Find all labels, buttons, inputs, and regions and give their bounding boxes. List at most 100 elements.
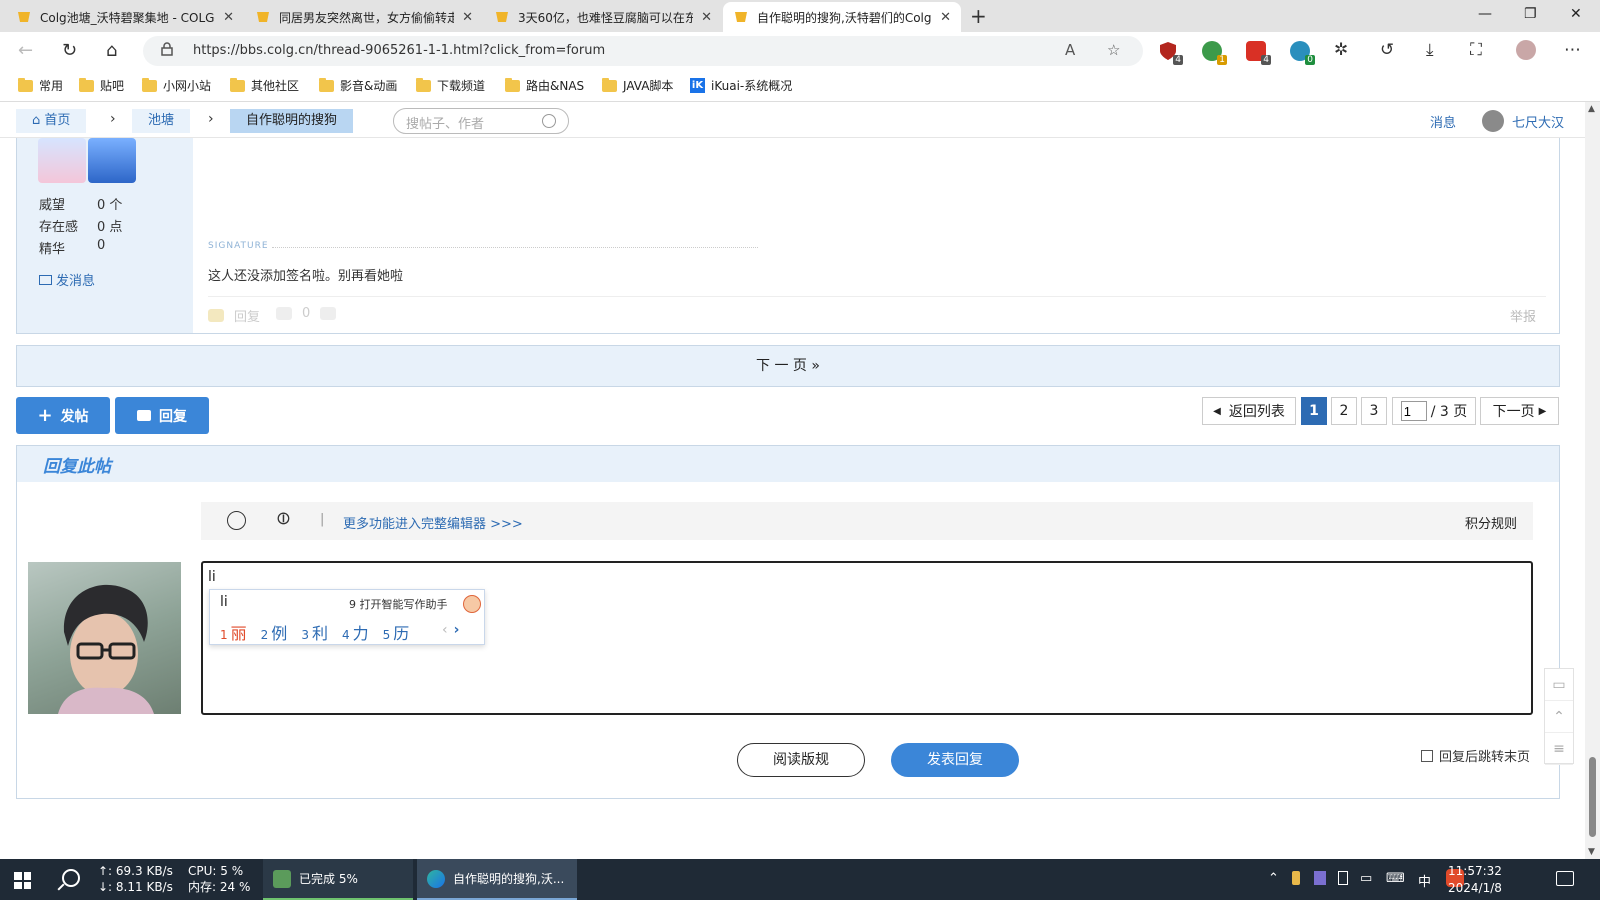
browser-tab-3[interactable]: 3天60亿，也难怪豆腐脑可以在东... ✕ <box>484 2 722 32</box>
bookmark-folder[interactable]: 贴吧 <box>79 77 124 94</box>
jump-last-checkbox[interactable]: 回复后跳转末页 <box>1421 746 1530 765</box>
minimize-icon[interactable]: — <box>1478 6 1492 22</box>
search-icon[interactable] <box>62 869 80 887</box>
close-tab-icon[interactable]: ✕ <box>701 10 712 25</box>
ime-candidate-popup: li 9 打开智能写作助手 1丽 2例 3利 4力 5历 ‹ › <box>209 589 485 645</box>
usb-icon[interactable] <box>1338 871 1348 885</box>
scroll-down-icon[interactable]: ▼ <box>1588 847 1595 857</box>
bookmark-folder[interactable]: JAVA脚本 <box>602 77 673 94</box>
submit-reply-button[interactable]: 发表回复 <box>891 743 1019 777</box>
chevron-up-icon[interactable]: ⌃ <box>1268 871 1279 886</box>
ime-candidate[interactable]: 2例 <box>261 620 288 644</box>
ime-page-arrows[interactable]: ‹ › <box>442 622 459 638</box>
download-icon[interactable]: ⤓ <box>1426 40 1434 60</box>
refresh-icon[interactable]: ↻ <box>62 40 77 61</box>
taskbar-app-download[interactable]: 已完成 5% <box>263 859 413 900</box>
close-window-icon[interactable]: ✕ <box>1570 6 1582 22</box>
browser-tab-1[interactable]: Colg池塘_沃特碧聚集地 - COLG社区 ✕ <box>6 2 244 32</box>
page-scrollbar[interactable]: ▲ ▼ <box>1585 102 1600 859</box>
ime-candidate[interactable]: 1丽 <box>220 620 247 644</box>
ime-candidate[interactable]: 5历 <box>383 620 410 644</box>
read-aloud-icon[interactable]: A <box>1065 41 1075 59</box>
bookmark-folder[interactable]: 其他社区 <box>230 77 299 94</box>
system-clock[interactable]: 11:57:32 2024/1/8 <box>1448 863 1502 897</box>
close-tab-icon[interactable]: ✕ <box>462 10 473 25</box>
tray-app-icon[interactable] <box>1292 871 1300 885</box>
username-link[interactable]: 七尺大汉 <box>1512 112 1564 131</box>
favorite-star-icon[interactable]: ☆ <box>1107 41 1120 59</box>
bookmark-folder[interactable]: 下载频道 <box>416 77 485 94</box>
notification-icon[interactable] <box>1556 871 1574 886</box>
post-reply-action[interactable]: 回复 <box>208 306 260 325</box>
post-like-action[interactable]: 0 <box>276 306 346 321</box>
next-page-bar[interactable]: 下 一 页 » <box>16 345 1560 387</box>
plus-icon: + <box>37 405 53 426</box>
comment-icon[interactable]: ▭ <box>1545 669 1573 701</box>
full-editor-link[interactable]: 更多功能进入完整编辑器 >>> <box>343 513 523 532</box>
history-icon[interactable]: ↺ <box>1380 40 1394 60</box>
extension-cloud-icon[interactable]: 0 <box>1290 41 1315 65</box>
bookmark-folder[interactable]: 路由&NAS <box>505 77 584 94</box>
ime-assistant-hint[interactable]: 9 打开智能写作助手 <box>349 596 448 612</box>
report-link[interactable]: 举报 <box>1510 306 1536 325</box>
browser-tab-2[interactable]: 同居男友突然离世，女方偷偷转走... ✕ <box>245 2 483 32</box>
folder-icon <box>505 77 520 92</box>
network-icon[interactable]: ▭ <box>1360 871 1372 886</box>
extension-green-icon[interactable]: 1 <box>1202 41 1227 65</box>
breadcrumb-pond[interactable]: 池塘 <box>132 109 191 133</box>
browser-tab-4-active[interactable]: 自作聪明的搜狗,沃特碧们的Colg... ✕ <box>723 2 961 32</box>
close-tab-icon[interactable]: ✕ <box>940 10 951 25</box>
scrollbar-thumb[interactable] <box>1589 757 1596 837</box>
bookmark-folder[interactable]: 常用 <box>18 77 63 94</box>
more-menu-icon[interactable]: ⋯ <box>1564 40 1581 60</box>
page-1-button[interactable]: 1 <box>1301 397 1327 425</box>
bookmark-folder[interactable]: 影音&动画 <box>319 77 397 94</box>
ime-candidate[interactable]: 4力 <box>342 620 369 644</box>
avatar[interactable] <box>1482 110 1504 132</box>
bookmarks-bar: 常用 贴吧 小网小站 其他社区 影音&动画 下载频道 路由&NAS JAVA脚本… <box>0 70 1600 102</box>
reply-button[interactable]: 回复 <box>115 397 209 434</box>
new-tab-button[interactable]: + <box>970 4 987 28</box>
send-message-link[interactable]: 发消息 <box>39 270 95 289</box>
score-rules-link[interactable]: 积分规则 <box>1465 513 1517 532</box>
reply-textarea[interactable]: li li 9 打开智能写作助手 1丽 2例 3利 4力 5历 ‹ › <box>201 561 1533 715</box>
restore-icon[interactable]: ❐ <box>1524 6 1537 22</box>
bookmark-folder[interactable]: 小网小站 <box>142 77 211 94</box>
read-rules-button[interactable]: 阅读版规 <box>737 743 865 777</box>
page-jump-group: / 3 页 <box>1392 397 1476 425</box>
close-tab-icon[interactable]: ✕ <box>223 10 234 25</box>
ime-language-indicator[interactable]: 中 <box>1418 871 1431 890</box>
sogou-assistant-icon[interactable] <box>463 595 481 613</box>
ublock-icon[interactable]: 4 <box>1158 41 1183 65</box>
next-page-button[interactable]: 下一页 ▶ <box>1480 397 1559 425</box>
back-icon[interactable]: ← <box>18 40 33 61</box>
page-3-button[interactable]: 3 <box>1361 397 1387 425</box>
checkbox[interactable] <box>1421 749 1433 762</box>
screenshot-icon[interactable]: ⛶ <box>1470 40 1482 60</box>
extension-red-icon[interactable]: 4 <box>1246 41 1271 65</box>
messages-link[interactable]: 消息 <box>1430 112 1456 131</box>
bookmark-ikuai[interactable]: iK iKuai-系统概况 <box>690 77 792 94</box>
back-to-list-button[interactable]: ◀ 返回列表 <box>1202 397 1296 425</box>
breadcrumb-home[interactable]: ⌂ 首页 <box>16 109 87 133</box>
breadcrumb-thread[interactable]: 自作聪明的搜狗 <box>230 109 354 133</box>
back-to-top-icon[interactable]: ⌃ <box>1545 701 1573 733</box>
home-icon[interactable]: ⌂ <box>106 40 117 61</box>
page-number-input[interactable] <box>1400 401 1427 421</box>
scroll-up-icon[interactable]: ▲ <box>1588 104 1595 114</box>
page-2-button[interactable]: 2 <box>1331 397 1357 425</box>
windows-start-icon[interactable] <box>14 872 31 889</box>
extensions-puzzle-icon[interactable]: ✲ <box>1334 40 1348 60</box>
tray-app-icon[interactable] <box>1314 871 1326 885</box>
profile-avatar[interactable] <box>1516 40 1536 60</box>
keyboard-icon[interactable]: ⌨ <box>1386 871 1405 886</box>
ime-candidate[interactable]: 3利 <box>301 620 328 644</box>
taskbar-app-edge[interactable]: 自作聪明的搜狗,沃... <box>417 859 577 900</box>
link-icon[interactable]: ⊘ <box>271 506 297 532</box>
search-icon[interactable] <box>542 114 556 128</box>
forum-search-input[interactable]: 搜帖子、作者 <box>393 108 569 134</box>
url-field[interactable]: https://bbs.colg.cn/thread-9065261-1-1.h… <box>143 36 1143 66</box>
emoji-icon[interactable] <box>227 511 246 530</box>
list-icon[interactable]: ≡ <box>1545 733 1573 765</box>
new-post-button[interactable]: + 发帖 <box>16 397 110 434</box>
